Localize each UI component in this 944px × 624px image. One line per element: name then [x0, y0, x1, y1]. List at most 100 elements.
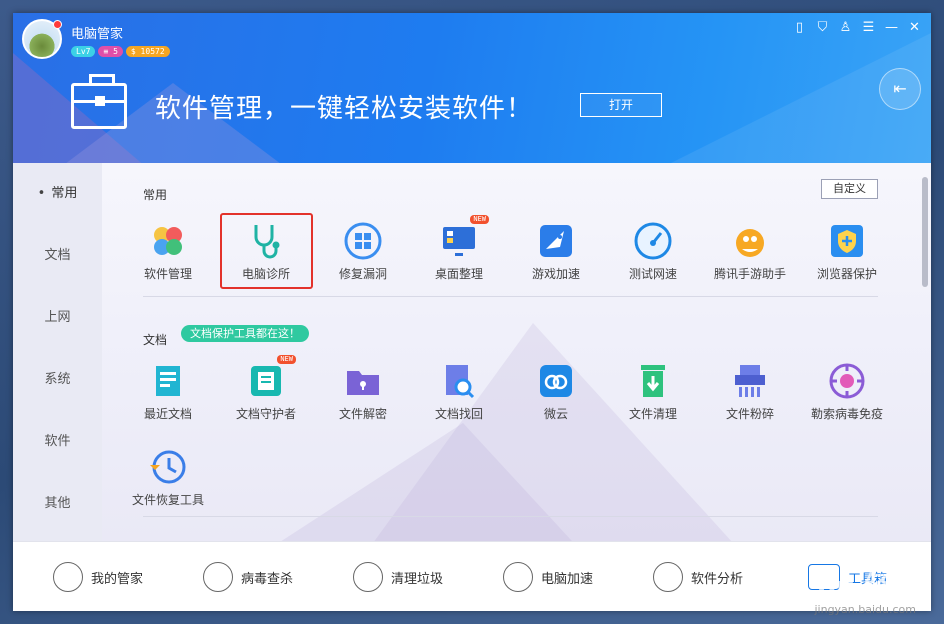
nav-label: 我的管家 [91, 571, 144, 587]
minimize-icon[interactable]: — [883, 19, 900, 36]
tool-mobile-game-assistant[interactable]: 腾讯手游助手 [702, 221, 798, 282]
section-divider [143, 516, 878, 517]
nav-software-analysis[interactable]: 软件分析 [653, 542, 743, 611]
sidebar-item-docs[interactable]: 文档 [13, 225, 102, 287]
penguin-icon [730, 221, 770, 261]
customize-button[interactable]: 自定义 [821, 179, 878, 199]
tool-doc-recovery[interactable]: 文档找回 [411, 361, 507, 422]
scrollbar[interactable] [922, 177, 928, 287]
new-badge: NEW [277, 355, 296, 364]
shredder-icon [730, 361, 770, 401]
app-title: 电脑管家 [71, 27, 124, 42]
nav-label: 软件分析 [691, 571, 744, 587]
section-title-common: 常用 [143, 188, 168, 202]
toolbox-icon [71, 74, 127, 129]
tool-file-restore[interactable]: 文件恢复工具 [120, 447, 216, 508]
tool-fix-vulnerabilities[interactable]: 修复漏洞 [315, 221, 411, 282]
sidebar-item-software[interactable]: 软件 [13, 411, 102, 473]
nav-label: 清理垃圾 [391, 571, 444, 587]
tool-desktop-organizer[interactable]: NEW 桌面整理 [411, 215, 507, 282]
section-divider [143, 296, 878, 297]
tool-label: 文件解密 [338, 407, 387, 421]
section-title-docs: 文档 [143, 333, 168, 347]
banner: 电脑管家 Lv7 ≡ 5 $ 10572 ▯ ⛉ ♙ ☰ — ✕ 软件管理，一键… [13, 13, 931, 163]
nav-speed-up[interactable]: 电脑加速 [503, 542, 593, 611]
nav-virus-scan[interactable]: 病毒查杀 [203, 542, 293, 611]
tool-label: 勒索病毒免疫 [810, 407, 883, 421]
phone-icon[interactable]: ▯ [791, 19, 808, 36]
windows-repair-icon [343, 221, 383, 261]
tool-file-shredder[interactable]: 文件粉碎 [702, 361, 798, 422]
virus-icon [827, 361, 867, 401]
recent-doc-icon [148, 361, 188, 401]
sidebar-item-internet[interactable]: 上网 [13, 287, 102, 349]
docs-promo-tag[interactable]: 文档保护工具都在这！ [181, 325, 309, 342]
shield-icon[interactable]: ⛉ [814, 19, 831, 36]
tool-label: 微云 [543, 407, 568, 421]
tool-label: 修复漏洞 [338, 267, 387, 281]
notification-dot [53, 20, 62, 29]
monitor-icon: NEW [439, 215, 489, 261]
coins-badge[interactable]: $ 10572 [125, 46, 170, 57]
level-badge[interactable]: Lv7 [71, 46, 96, 57]
tool-game-booster[interactable]: 游戏加速 [508, 221, 604, 282]
window-controls: ▯ ⛉ ♙ ☰ — ✕ [791, 19, 923, 36]
tool-software-manager[interactable]: 软件管理 [120, 221, 216, 282]
doc-search-icon [439, 361, 479, 401]
tool-label: 文件粉碎 [725, 407, 774, 421]
tool-ransomware-immunity[interactable]: 勒索病毒免疫 [799, 361, 895, 422]
banner-headline: 软件管理，一键轻松安装软件！ [155, 94, 534, 124]
nav-clean-junk[interactable]: 清理垃圾 [353, 542, 443, 611]
cloud-icon [536, 361, 576, 401]
sidebar-item-common[interactable]: • 常用 [13, 163, 102, 225]
trash-icon [633, 361, 673, 401]
new-badge: NEW [470, 215, 489, 224]
tool-label: 软件管理 [143, 267, 192, 281]
rocket-game-icon [536, 221, 576, 261]
vacuum-icon [353, 562, 383, 592]
tool-label: 文件恢复工具 [131, 493, 204, 507]
tool-doc-guardian[interactable]: NEW 文档守护者 [218, 355, 314, 422]
tool-label: 最近文档 [143, 407, 192, 421]
tool-weiyun[interactable]: 微云 [508, 361, 604, 422]
tool-file-cleanup[interactable]: 文件清理 [605, 361, 701, 422]
tool-label: 游戏加速 [531, 267, 580, 281]
highlight-box [220, 213, 313, 289]
tool-browser-protection[interactable]: 浏览器保护 [799, 221, 895, 282]
sidebar: • 常用 文档 上网 系统 软件 其他 [13, 163, 102, 541]
exit-icon[interactable]: ⇤ [879, 68, 921, 110]
restore-icon [148, 447, 188, 487]
clover-icon [148, 221, 188, 261]
tool-file-decrypt[interactable]: 文件解密 [315, 361, 411, 422]
tool-label: 桌面整理 [434, 267, 483, 281]
doc-guard-icon: NEW [246, 355, 296, 401]
open-button[interactable]: 打开 [580, 93, 662, 117]
tool-label: 文档守护者 [235, 407, 296, 421]
tools-content: • 常用 文档 上网 系统 软件 其他 常用 自定义 软件管理 电脑诊所 修复漏… [13, 163, 931, 553]
close-icon[interactable]: ✕ [906, 19, 923, 36]
nav-label: 病毒查杀 [241, 571, 294, 587]
watermark: Bai du 经验 jingyan.baidu.com [762, 572, 917, 616]
nav-my-manager[interactable]: 我的管家 [53, 542, 143, 611]
tool-recent-docs[interactable]: 最近文档 [120, 361, 216, 422]
nav-label: 电脑加速 [541, 571, 594, 587]
tool-label: 测试网速 [628, 267, 677, 281]
speedometer-icon [633, 221, 673, 261]
tool-label: 浏览器保护 [816, 267, 877, 281]
menu-icon[interactable]: ☰ [860, 19, 877, 36]
folder-lock-icon [343, 361, 383, 401]
vip-badge[interactable]: ≡ 5 [98, 46, 123, 57]
analysis-icon [653, 562, 683, 592]
tool-speed-test[interactable]: 测试网速 [605, 221, 701, 282]
tool-label: 腾讯手游助手 [713, 267, 786, 281]
person-icon [53, 562, 83, 592]
vip-value: 5 [113, 47, 118, 56]
tool-label: 文档找回 [434, 407, 483, 421]
sidebar-item-system[interactable]: 系统 [13, 349, 102, 411]
skin-icon[interactable]: ♙ [837, 19, 854, 36]
rocket-icon [503, 562, 533, 592]
sidebar-item-other[interactable]: 其他 [13, 473, 102, 535]
user-badges: Lv7 ≡ 5 $ 10572 [71, 46, 170, 57]
virus-scan-icon [203, 562, 233, 592]
tool-label: 文件清理 [628, 407, 677, 421]
